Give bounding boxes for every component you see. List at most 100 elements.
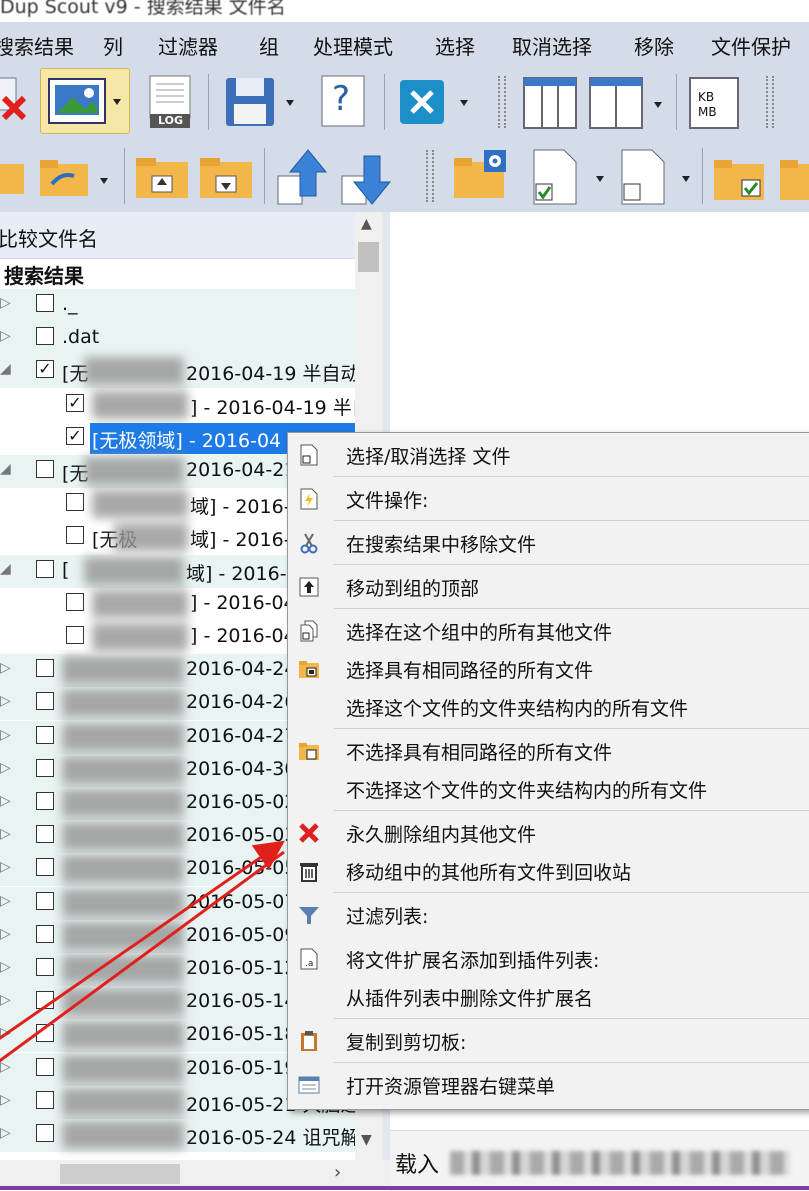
scroll-thumb[interactable] xyxy=(358,242,379,272)
menu-unselect[interactable]: 取消选择 xyxy=(512,31,592,60)
row-checkbox[interactable] xyxy=(36,924,54,943)
context-menu-item[interactable]: 选择这个文件的文件夹结构内的所有文件 xyxy=(288,687,809,725)
folder-back-button[interactable] xyxy=(0,154,28,200)
context-menu-item[interactable]: 不选择具有相同路径的所有文件 xyxy=(288,731,809,769)
column-width-button[interactable] xyxy=(588,74,670,132)
collapse-icon[interactable]: ◢ xyxy=(0,561,11,577)
expand-icon[interactable]: ▷ xyxy=(0,295,11,311)
expand-icon[interactable]: ▷ xyxy=(0,992,11,1008)
tree-row[interactable]: ◢ ✓ [无 2016-04-19 半自动 xyxy=(0,355,359,389)
row-checkbox[interactable] xyxy=(36,825,54,844)
expand-icon[interactable]: ▷ xyxy=(0,826,11,842)
log-button[interactable]: LOG xyxy=(144,74,196,132)
size-units-button[interactable]: KB MB xyxy=(688,74,742,132)
row-checkbox[interactable] xyxy=(36,1024,54,1043)
expand-icon[interactable]: ▷ xyxy=(0,893,11,909)
row-checkbox[interactable] xyxy=(66,526,84,545)
row-checkbox[interactable] xyxy=(36,327,54,346)
menu-filters[interactable]: 过滤器 xyxy=(158,31,218,60)
expand-icon[interactable]: ▷ xyxy=(0,1092,11,1108)
expand-icon[interactable]: ▷ xyxy=(0,760,11,776)
expand-icon[interactable]: ▷ xyxy=(0,328,11,344)
scroll-right-icon[interactable]: › xyxy=(334,1162,341,1183)
row-checkbox[interactable] xyxy=(36,1124,54,1142)
folder-down-button[interactable] xyxy=(198,152,254,202)
row-checkbox[interactable] xyxy=(36,725,54,744)
menu-select[interactable]: 选择 xyxy=(435,31,475,60)
folder-settings-button[interactable] xyxy=(452,148,510,204)
delete-files-button[interactable] xyxy=(0,72,30,130)
context-menu-item[interactable]: 永久删除组内其他文件 xyxy=(288,813,809,851)
context-menu-item[interactable]: 在搜索结果中移除文件 xyxy=(288,523,809,561)
toolbar-grip[interactable] xyxy=(766,76,774,128)
toolbar-grip[interactable] xyxy=(498,76,506,128)
tree-row[interactable]: ▷ ._ xyxy=(0,289,355,322)
row-checkbox[interactable]: ✓ xyxy=(66,426,84,445)
toolbar-grip[interactable] xyxy=(426,150,434,202)
row-checkbox[interactable] xyxy=(36,1057,54,1076)
row-checkbox[interactable] xyxy=(36,958,54,976)
context-menu-item[interactable]: 从插件列表中删除文件扩展名 xyxy=(288,977,809,1015)
row-checkbox[interactable] xyxy=(36,692,54,711)
save-button[interactable] xyxy=(222,72,302,132)
context-menu-item[interactable]: 不选择这个文件的文件夹结构内的所有文件 xyxy=(288,769,809,807)
row-checkbox[interactable] xyxy=(36,1090,54,1109)
expand-icon[interactable]: ▷ xyxy=(0,660,11,676)
context-menu-item[interactable]: .a 将文件扩展名添加到插件列表: xyxy=(288,939,809,977)
context-menu-item[interactable]: 移动组中的其他所有文件到回收站 xyxy=(288,851,809,889)
move-down-button[interactable] xyxy=(340,146,396,208)
expand-icon[interactable]: ▷ xyxy=(0,793,11,809)
unselect-file-button[interactable] xyxy=(618,148,700,208)
expand-icon[interactable]: ▷ xyxy=(0,1125,11,1141)
folder-unselect-button[interactable] xyxy=(778,152,809,206)
close-button[interactable] xyxy=(398,78,478,128)
context-menu-item[interactable]: 选择/取消选择 文件 xyxy=(288,435,809,473)
row-checkbox[interactable] xyxy=(66,592,84,611)
row-checkbox[interactable] xyxy=(36,792,54,810)
folder-forward-button[interactable] xyxy=(38,154,118,200)
expand-icon[interactable]: ▷ xyxy=(0,693,11,709)
tree-header[interactable]: 比较文件名 xyxy=(0,212,355,259)
menu-file-protect[interactable]: 文件保护 xyxy=(711,31,791,60)
row-checkbox[interactable] xyxy=(66,493,84,512)
image-view-button[interactable] xyxy=(40,68,130,134)
context-menu-item[interactable]: 选择在这个组中的所有其他文件 xyxy=(288,611,809,649)
folder-select-button[interactable] xyxy=(712,152,768,206)
menu-columns[interactable]: 列 xyxy=(103,31,123,60)
row-checkbox[interactable] xyxy=(36,559,54,578)
select-file-button[interactable] xyxy=(530,148,612,208)
expand-icon[interactable]: ▷ xyxy=(0,727,11,743)
tree-root[interactable]: 搜索结果 xyxy=(0,258,355,289)
expand-icon[interactable]: ▷ xyxy=(0,1059,11,1075)
tree-row[interactable]: ▷ .dat xyxy=(0,322,355,356)
row-checkbox[interactable] xyxy=(66,626,84,644)
menu-remove[interactable]: 移除 xyxy=(634,31,674,60)
menu-search-results[interactable]: 搜索结果 xyxy=(0,31,74,60)
expand-icon[interactable]: ▷ xyxy=(0,859,11,875)
context-menu-item[interactable]: 过滤列表: xyxy=(288,895,809,933)
hscroll-thumb[interactable] xyxy=(60,1164,180,1184)
collapse-icon[interactable]: ◢ xyxy=(0,461,11,477)
context-menu-item[interactable]: 打开资源管理器右键菜单 xyxy=(288,1065,809,1103)
row-checkbox[interactable] xyxy=(36,991,54,1010)
tree-row[interactable]: ▷ 2016-05-24 诅咒解 xyxy=(0,1119,359,1152)
context-menu-item[interactable]: 选择具有相同路径的所有文件 xyxy=(288,649,809,687)
context-menu-item[interactable]: 文件操作: xyxy=(288,479,809,517)
help-button[interactable]: ? xyxy=(318,74,370,132)
context-menu-item[interactable]: 移动到组的顶部 xyxy=(288,567,809,605)
row-checkbox[interactable] xyxy=(36,758,54,777)
row-checkbox[interactable]: ✓ xyxy=(36,360,54,379)
menu-process-mode[interactable]: 处理模式 xyxy=(313,31,393,60)
context-menu-item[interactable]: 复制到剪切板: xyxy=(288,1021,809,1059)
scroll-down-icon[interactable]: ▼ xyxy=(361,1132,372,1148)
move-up-button[interactable] xyxy=(276,146,332,208)
expand-icon[interactable]: ▷ xyxy=(0,926,11,942)
row-checkbox[interactable]: ✓ xyxy=(66,393,84,412)
menu-groups[interactable]: 组 xyxy=(259,31,279,60)
expand-icon[interactable]: ▷ xyxy=(0,959,11,975)
row-checkbox[interactable] xyxy=(36,460,54,478)
folder-up-button[interactable] xyxy=(134,152,190,202)
columns-view-button[interactable] xyxy=(522,74,578,132)
row-checkbox[interactable] xyxy=(36,891,54,910)
collapse-icon[interactable]: ◢ xyxy=(0,361,11,377)
